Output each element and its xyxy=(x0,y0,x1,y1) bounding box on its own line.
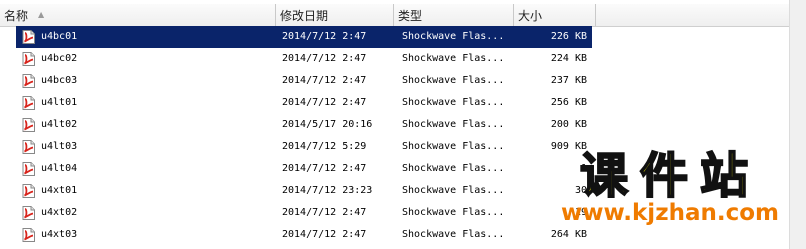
file-size: 264 KB xyxy=(550,229,587,240)
file-row[interactable]: u4lt01 2014/7/12 2:47 Shockwave Flas... 256… xyxy=(0,92,790,114)
flash-file-icon xyxy=(22,96,35,110)
file-list: u4bc01 2014/7/12 2:47 Shockwave Flas... 226… xyxy=(0,26,790,246)
file-date: 2014/7/12 23:23 xyxy=(282,185,373,196)
flash-file-icon xyxy=(22,206,35,220)
sort-ascending-icon: ▲ xyxy=(38,10,45,19)
flash-file-icon xyxy=(22,30,35,44)
file-type: Shockwave Flas... xyxy=(402,97,505,108)
vertical-scrollbar[interactable] xyxy=(789,0,806,249)
file-type: Shockwave Flas... xyxy=(402,31,505,42)
file-type: Shockwave Flas... xyxy=(402,141,505,152)
file-date: 2014/7/12 2:47 xyxy=(282,163,367,174)
file-type: Shockwave Flas... xyxy=(402,207,505,218)
file-row[interactable]: u4bc02 2014/7/12 2:47 Shockwave Flas... 224… xyxy=(0,48,790,70)
file-size: 237 KB xyxy=(550,75,587,86)
file-type: Shockwave Flas... xyxy=(402,185,505,196)
column-header-type[interactable]: 类型 xyxy=(394,4,514,26)
file-name: u4bc03 xyxy=(41,75,78,86)
file-size: 19 xyxy=(574,207,587,218)
file-row[interactable]: u4xt03 2014/7/12 2:47 Shockwave Flas... 264… xyxy=(0,224,790,246)
file-size: 200 KB xyxy=(550,119,587,130)
file-date: 2014/7/12 2:47 xyxy=(282,229,367,240)
file-row[interactable]: u4lt03 2014/7/12 5:29 Shockwave Flas... 909… xyxy=(0,136,790,158)
file-name: u4xt01 xyxy=(41,185,78,196)
flash-file-icon xyxy=(22,184,35,198)
file-name: u4lt02 xyxy=(41,119,78,130)
file-size: 226 KB xyxy=(550,31,587,42)
file-date: 2014/7/12 2:47 xyxy=(282,31,367,42)
file-icon-wrap xyxy=(22,96,36,110)
file-icon-wrap xyxy=(22,52,36,66)
flash-file-icon xyxy=(22,140,35,154)
file-size: 256 KB xyxy=(550,97,587,108)
flash-file-icon xyxy=(22,118,35,132)
file-icon-wrap xyxy=(22,228,36,242)
file-size: 909 KB xyxy=(550,141,587,152)
file-date: 2014/7/12 2:47 xyxy=(282,207,367,218)
file-date: 2014/5/17 20:16 xyxy=(282,119,373,130)
column-label-type: 类型 xyxy=(398,8,423,23)
file-type: Shockwave Flas... xyxy=(402,229,505,240)
file-name: u4xt03 xyxy=(41,229,78,240)
column-header-size[interactable]: 大小 xyxy=(514,4,596,26)
file-date: 2014/7/12 5:29 xyxy=(282,141,367,152)
file-name: u4xt02 xyxy=(41,207,78,218)
flash-file-icon xyxy=(22,162,35,176)
flash-file-icon xyxy=(22,52,35,66)
file-name: u4bc01 xyxy=(41,31,78,42)
file-type: Shockwave Flas... xyxy=(402,119,505,130)
file-row[interactable]: u4lt02 2014/5/17 20:16 Shockwave Flas... 20… xyxy=(0,114,790,136)
file-date: 2014/7/12 2:47 xyxy=(282,75,367,86)
file-name: u4bc02 xyxy=(41,53,78,64)
file-name: u4lt03 xyxy=(41,141,78,152)
file-type: Shockwave Flas... xyxy=(402,75,505,86)
column-label-size: 大小 xyxy=(518,8,543,23)
column-label-name: 名称 xyxy=(4,8,29,23)
file-icon-wrap xyxy=(22,184,36,198)
file-size: 1 xyxy=(580,163,587,174)
column-header-name[interactable]: 名称 ▲ xyxy=(0,4,276,26)
file-size: 224 KB xyxy=(550,53,587,64)
column-header-bar: 名称 ▲ 修改日期 类型 大小 xyxy=(0,4,790,27)
file-name: u4lt01 xyxy=(41,97,78,108)
file-icon-wrap xyxy=(22,118,36,132)
file-row[interactable]: u4lt04 2014/7/12 2:47 Shockwave Flas... 1 xyxy=(0,158,790,180)
flash-file-icon xyxy=(22,228,35,242)
file-icon-wrap xyxy=(22,206,36,220)
file-date: 2014/7/12 2:47 xyxy=(282,97,367,108)
file-icon-wrap xyxy=(22,140,36,154)
column-header-filler xyxy=(596,4,790,26)
file-icon-wrap xyxy=(22,74,36,88)
file-size: 30 xyxy=(574,185,587,196)
file-row[interactable]: u4xt01 2014/7/12 23:23 Shockwave Flas... 30 xyxy=(0,180,790,202)
flash-file-icon xyxy=(22,74,35,88)
file-icon-wrap xyxy=(22,162,36,176)
file-type: Shockwave Flas... xyxy=(402,163,505,174)
column-label-date: 修改日期 xyxy=(280,8,329,23)
file-type: Shockwave Flas... xyxy=(402,53,505,64)
file-row[interactable]: u4bc03 2014/7/12 2:47 Shockwave Flas... 237… xyxy=(0,70,790,92)
file-row[interactable]: u4xt02 2014/7/12 2:47 Shockwave Flas... 19 xyxy=(0,202,790,224)
file-row[interactable]: u4bc01 2014/7/12 2:47 Shockwave Flas... 226… xyxy=(0,26,790,48)
file-date: 2014/7/12 2:47 xyxy=(282,53,367,64)
file-icon-wrap xyxy=(22,30,36,44)
file-name: u4lt04 xyxy=(41,163,78,174)
column-header-date[interactable]: 修改日期 xyxy=(276,4,394,26)
file-list-window: 名称 ▲ 修改日期 类型 大小 u4bc01 2014/7/12 2:47 Shoc… xyxy=(0,0,806,249)
